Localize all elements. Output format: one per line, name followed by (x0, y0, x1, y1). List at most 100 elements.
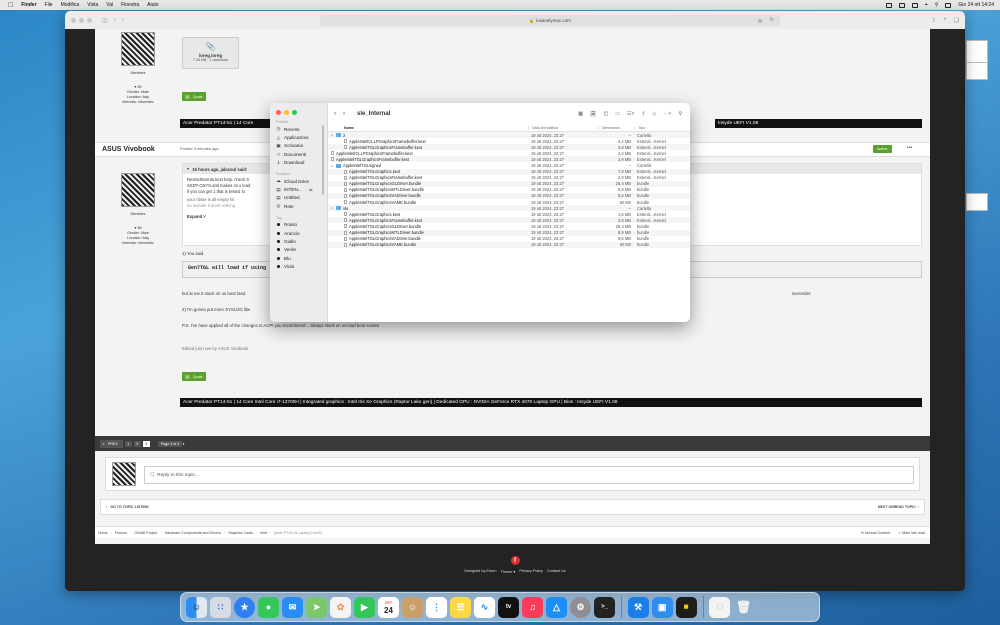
screen-mirror-icon[interactable] (898, 2, 905, 8)
topic-listing-link[interactable]: ‹ GO TO TOPIC LISTING (106, 505, 149, 509)
tabs-overview-icon[interactable]: ❏ (954, 17, 959, 24)
finder-minimize-button[interactable] (284, 110, 289, 115)
next-unread-link[interactable]: NEXT UNREAD TOPIC › (878, 505, 919, 509)
prev-page-button[interactable]: « PREV (100, 439, 123, 448)
tag-icon[interactable]: ◇ (653, 111, 657, 117)
apple-menu-icon[interactable]:  (8, 2, 13, 9)
maps-icon[interactable]: ➤ (306, 596, 327, 618)
desktop-file-icon[interactable] (962, 62, 992, 82)
file-row[interactable]: AppleIntelTGLGraphicsFramebuffer.kext 19 … (328, 156, 690, 163)
breadcrumb-item[interactable]: Home (98, 531, 108, 535)
preview-icon[interactable]: ▣ (651, 596, 673, 618)
finder-icon[interactable]: ☺ (186, 596, 207, 618)
search-icon[interactable]: ⚲ (678, 111, 682, 117)
avatar[interactable] (121, 173, 155, 207)
safari-icon[interactable]: ✯ (234, 596, 255, 618)
desktop-file-icon[interactable] (962, 193, 992, 213)
icon-view-icon[interactable]: ▦ (578, 111, 583, 117)
menu-window[interactable]: Finestra (121, 2, 139, 8)
page-3-button[interactable]: 3 (142, 440, 150, 447)
reload-icon[interactable]: ↻ (770, 17, 774, 23)
menu-view[interactable]: Vista (87, 2, 98, 8)
sidebar-item-recents[interactable]: ◷ Recenti (270, 125, 327, 133)
status-menu-icon[interactable] (885, 2, 892, 8)
menu-edit[interactable]: Modifica (61, 2, 80, 8)
new-tab-icon[interactable]: + (943, 17, 947, 24)
page-label[interactable]: Page 3 of 3 ▾ (156, 440, 187, 448)
menu-clock[interactable]: Gio 24 ott 14:24 (958, 2, 994, 8)
reader-icon[interactable]: ▤ (758, 18, 762, 23)
calendar-icon[interactable]: OTT 24 (378, 596, 399, 618)
file-row[interactable]: AppleIntelTGLGraphics.kext 19 ott 2024, 2… (328, 211, 690, 217)
battery-icon[interactable] (911, 2, 918, 8)
sidebar-tag-green[interactable]: Verde (270, 246, 327, 254)
close-window-button[interactable] (71, 17, 76, 23)
breadcrumb-item[interactable]: Graphics Cards (228, 531, 253, 535)
sidebar-item-desktop[interactable]: ▣ Scrivania (270, 142, 327, 150)
file-row[interactable]: AppleIntelTGLGraphicsFramebuffer.kext 19 … (328, 175, 690, 181)
page-2-button[interactable]: 2 (133, 440, 141, 447)
menu-file[interactable]: File (45, 2, 53, 8)
file-row[interactable]: AppleIntelICLLPGraphicsFramebuffer.kext 1… (328, 150, 690, 156)
gallery-view-icon[interactable]: ▭ (615, 111, 620, 117)
file-row[interactable]: AppleIntelTGLGraphicsVAME.bundle 19 ott 2… (328, 241, 690, 248)
zoom-window-button[interactable] (87, 17, 92, 23)
control-center-icon[interactable] (945, 2, 952, 8)
sidebar-item-untitled[interactable]: ▤ Untitled (270, 194, 327, 202)
file-row[interactable]: AppleIntelTGLGraphicsVADriver.bundle 19 o… (328, 192, 690, 200)
column-date[interactable]: Data di modifica (528, 126, 598, 130)
trash-icon[interactable]: 🗑 (733, 597, 754, 618)
wifi-icon[interactable]: ⌖ (925, 2, 928, 8)
footer-privacy-link[interactable]: Privacy Policy (519, 569, 543, 574)
menu-go[interactable]: Vai (106, 2, 113, 8)
file-row[interactable]: AppleIntelTGLGraphicsMTLDriver.bundle 19 … (328, 187, 690, 193)
post-menu-icon[interactable]: ••• (907, 145, 912, 151)
tv-icon[interactable]: tv (498, 596, 519, 618)
share-icon[interactable]: ⇧ (931, 17, 936, 24)
eject-icon[interactable]: ⏏ (309, 187, 313, 193)
sidebar-tag-blue[interactable]: Blu (270, 254, 327, 262)
sidebar-tag-yellow[interactable]: Giallo (270, 237, 327, 245)
facebook-icon[interactable]: f (510, 556, 520, 565)
folder-row[interactable]: ∨ AppleIntelTGLsigned 19 ott 2024, 23:27 --… (328, 162, 690, 168)
column-size[interactable]: Dimensioni (598, 126, 634, 130)
breadcrumb-item[interactable]: Hardware Components and Drivers (165, 531, 221, 535)
minimize-window-button[interactable] (79, 17, 84, 23)
column-name[interactable]: Nome (328, 126, 528, 130)
sidebar-tag-orange[interactable]: Arancio (270, 229, 327, 237)
freeform-icon[interactable]: ∿ (474, 596, 495, 618)
hardware-monitor-icon[interactable]: ▦ (675, 596, 697, 618)
reply-input[interactable]: 🗨 Reply to this topic... (144, 466, 914, 484)
unread-content-link[interactable]: ✉ Unread Content (861, 531, 890, 535)
avatar[interactable] (121, 32, 155, 66)
sidebar-item-documents[interactable]: □ Documenti (270, 150, 327, 158)
file-row[interactable]: AppleIntelTGLGraphicsFramebuffer.kext 19 … (328, 217, 690, 224)
footer-theme-link[interactable]: Theme ▾ (501, 569, 516, 574)
file-row[interactable]: AppleIntelTGLGraphicsFramebuffer.kext 19 … (328, 144, 690, 151)
column-view-icon[interactable]: ◫ (603, 111, 608, 117)
sidebar-scrollbar[interactable] (322, 125, 324, 195)
share-icon[interactable]: ⇧ (641, 111, 645, 117)
footer-contact-link[interactable]: Contact Us (547, 569, 566, 574)
quote-button[interactable]: + Quote (182, 92, 206, 101)
file-row[interactable]: AppleIntelTGLGraphicsVADriver.bundle 19 o… (328, 236, 690, 242)
sidebar-toggle-icon[interactable]: ◫ (102, 17, 108, 24)
search-icon[interactable]: ⚲ (935, 2, 939, 8)
mark-read-link[interactable]: ✓ Mark site read (898, 531, 925, 535)
sidebar-item-applications[interactable]: △ Applicazioni (270, 133, 327, 141)
group-icon[interactable]: ☷˅ (627, 111, 634, 117)
sidebar-item-inten[interactable]: ▤ INTEN... ⏏ (270, 185, 327, 193)
file-row[interactable]: AppleIntelICLLPGraphicsFramebuffer.kext 1… (328, 138, 690, 144)
finder-close-button[interactable] (276, 110, 281, 115)
menu-help[interactable]: Aiuto (147, 2, 158, 8)
file-row[interactable]: AppleIntelTGLGraphicsVAME.bundle 19 ott 2… (328, 199, 690, 205)
breadcrumb-item[interactable]: Intel (260, 531, 267, 535)
attachment[interactable]: 📎 ioreg.ioreg 7.35 MB · 1 download (182, 37, 239, 69)
post-author[interactable]: ASUS Vivobook (102, 146, 155, 153)
mail-icon[interactable]: ✉ (282, 596, 303, 618)
launchpad-icon[interactable]: ∷ (210, 596, 231, 618)
forward-icon[interactable]: › (122, 17, 124, 24)
sidebar-item-icloud[interactable]: ☁ iCloud Drive (270, 177, 327, 185)
xcode-icon[interactable]: ⚒ (627, 596, 649, 618)
folder-row[interactable]: ∨ sle 19 ott 2024, 23:27 -- Cartella (328, 205, 690, 212)
